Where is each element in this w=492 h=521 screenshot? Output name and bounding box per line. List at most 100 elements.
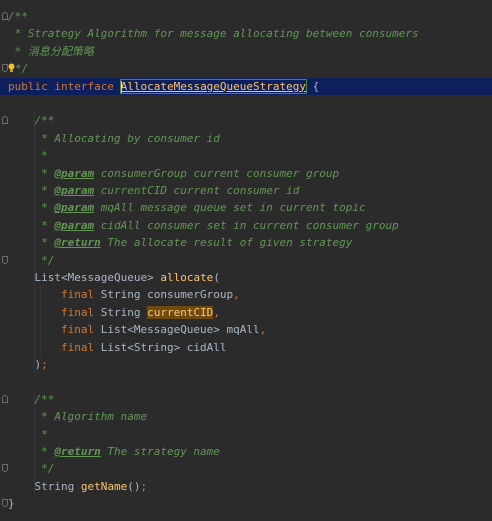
- code-text: final String consumerGroup,: [8, 286, 240, 303]
- code-line[interactable]: * @param cidAll consumer set in current …: [0, 217, 492, 234]
- comment-token: The allocate result of given strategy: [100, 236, 353, 250]
- interface-name-token: AllocateMessageQueueStrategy: [119, 78, 308, 94]
- code-line[interactable]: final String currentCID,: [0, 304, 492, 321]
- comment-token: *: [8, 201, 55, 215]
- code-line[interactable]: */: [0, 60, 492, 77]
- keyword-token: public interface: [8, 79, 121, 93]
- code-text: String getName();: [8, 478, 147, 495]
- code-text: */: [8, 252, 54, 269]
- code-text: }: [8, 495, 15, 512]
- code-line[interactable]: * @return The allocate result of given s…: [0, 234, 492, 251]
- code-text: /**: [8, 391, 54, 408]
- comment-token: consumerGroup current consumer group: [94, 166, 340, 180]
- code-token: String consumerGroup: [100, 288, 234, 302]
- code-line[interactable]: * Strategy Algorithm for message allocat…: [0, 25, 492, 42]
- code-text: * 消息分配策略: [8, 43, 94, 60]
- code-text: * @param mqAll message queue set in curr…: [8, 199, 366, 216]
- keyword-token: ;: [140, 479, 148, 493]
- comment-token: mqAll message queue set in current topic: [94, 201, 366, 215]
- keyword-token: final: [8, 305, 101, 319]
- comment-token: */: [8, 253, 55, 267]
- gutter: [0, 373, 12, 390]
- code-text: *: [8, 147, 48, 164]
- code-text: * @param currentCID current consumer id: [8, 182, 299, 199]
- comment-token: * Strategy Algorithm for message allocat…: [8, 27, 419, 41]
- code-token: (): [127, 479, 141, 493]
- comment-token: /**: [8, 10, 28, 23]
- javadoc-tag: @param: [54, 201, 95, 215]
- code-line[interactable]: * Allocating by consumer id: [0, 130, 492, 147]
- code-text: * @return The strategy name: [8, 443, 220, 460]
- code-line[interactable]: String getName();: [0, 478, 492, 495]
- code-token: String: [8, 479, 81, 493]
- code-line[interactable]: * @param mqAll message queue set in curr…: [0, 199, 492, 216]
- code-line[interactable]: );: [0, 356, 492, 373]
- code-line[interactable]: /**: [0, 112, 492, 129]
- code-line[interactable]: * Algorithm name: [0, 408, 492, 425]
- comment-token: *: [8, 236, 55, 250]
- code-token: {: [306, 79, 320, 93]
- comment-token: *: [8, 44, 28, 58]
- method-name-token: allocate: [160, 271, 214, 284]
- keyword-token: final: [8, 288, 101, 302]
- code-text: * Strategy Algorithm for message allocat…: [8, 25, 419, 42]
- comment-token: /**: [8, 392, 55, 406]
- keyword-token: ,: [259, 323, 267, 337]
- comment-token: *: [8, 218, 55, 232]
- code-line[interactable]: */: [0, 460, 492, 477]
- javadoc-tag: @return: [54, 236, 101, 250]
- code-text: * Allocating by consumer id: [8, 130, 220, 147]
- code-text: *: [8, 426, 48, 443]
- comment-token: cidAll consumer set in current consumer …: [94, 218, 399, 232]
- intention-bulb-icon[interactable]: [8, 61, 15, 73]
- code-text: * @return The allocate result of given s…: [8, 234, 352, 251]
- code-line[interactable]: List<MessageQueue> allocate(: [0, 269, 492, 286]
- code-line[interactable]: *: [0, 147, 492, 164]
- comment-token: * Allocating by consumer id: [8, 131, 220, 145]
- highlighted-parameter-token: currentCID: [147, 305, 214, 319]
- javadoc-tag: @param: [54, 166, 95, 180]
- code-line[interactable]: final List<String> cidAll: [0, 339, 492, 356]
- code-token: (: [213, 271, 220, 284]
- code-line[interactable]: }: [0, 495, 492, 512]
- code-editor[interactable]: /** * Strategy Algorithm for message all…: [0, 0, 492, 521]
- indent-guide: [40, 286, 41, 356]
- comment-token: *: [8, 427, 48, 441]
- code-text: final List<MessageQueue> mqAll,: [8, 321, 266, 338]
- code-text: * Algorithm name: [8, 408, 147, 425]
- code-token: }: [8, 497, 15, 511]
- comment-token: */: [8, 462, 55, 476]
- code-token: ): [8, 358, 42, 371]
- indent-guide: [34, 112, 35, 374]
- code-line[interactable]: * @param currentCID current consumer id: [0, 182, 492, 199]
- javadoc-tag: @param: [54, 218, 95, 232]
- code-line[interactable]: final String consumerGroup,: [0, 286, 492, 303]
- code-text: public interface AllocateMessageQueueStr…: [8, 78, 319, 95]
- keyword-token: ;: [41, 358, 48, 371]
- comment-token: *: [8, 149, 48, 163]
- comment-token: 消息分配策略: [27, 44, 94, 58]
- method-name-token: getName: [80, 479, 128, 493]
- comment-token: currentCID current consumer id: [94, 184, 300, 197]
- javadoc-tag: @return: [54, 445, 101, 458]
- comment-token: The strategy name: [100, 445, 220, 458]
- code-line[interactable]: /**: [0, 8, 492, 25]
- indent-guide: [34, 390, 35, 496]
- keyword-token: final: [8, 323, 101, 337]
- code-line[interactable]: * @return The strategy name: [0, 443, 492, 460]
- code-line[interactable]: public interface AllocateMessageQueueStr…: [0, 77, 492, 95]
- code-text: );: [8, 356, 48, 373]
- comment-token: *: [8, 184, 55, 197]
- code-line[interactable]: [0, 95, 492, 112]
- code-line[interactable]: * 消息分配策略: [0, 43, 492, 60]
- code-token: List<MessageQueue> mqAll: [100, 323, 260, 337]
- code-line[interactable]: [0, 373, 492, 390]
- code-text: */: [8, 460, 54, 477]
- code-line[interactable]: * @param consumerGroup current consumer …: [0, 165, 492, 182]
- code-text: * @param cidAll consumer set in current …: [8, 217, 399, 234]
- code-line[interactable]: /**: [0, 391, 492, 408]
- code-line[interactable]: *: [0, 426, 492, 443]
- code-line[interactable]: */: [0, 252, 492, 269]
- keyword-token: final: [8, 340, 101, 354]
- code-line[interactable]: final List<MessageQueue> mqAll,: [0, 321, 492, 338]
